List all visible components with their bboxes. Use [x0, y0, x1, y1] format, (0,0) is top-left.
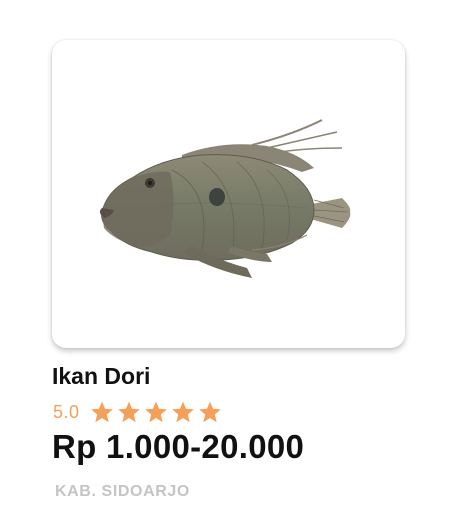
- star-icon: [144, 401, 167, 423]
- product-name: Ikan Dori: [52, 363, 151, 389]
- star-icon: [90, 401, 113, 423]
- product-price: Rp 1.000-20.000: [52, 428, 305, 465]
- star-rating: [90, 400, 225, 424]
- star-icon: [171, 401, 194, 423]
- product-location: KAB. SIDOARJO: [55, 483, 190, 500]
- rating-row: 5.0: [53, 399, 225, 425]
- product-image[interactable]: [52, 40, 405, 348]
- star-icon: [117, 401, 140, 423]
- fish-image: [99, 119, 351, 278]
- rating-value: 5.0: [53, 401, 80, 422]
- star-icon: [198, 401, 221, 423]
